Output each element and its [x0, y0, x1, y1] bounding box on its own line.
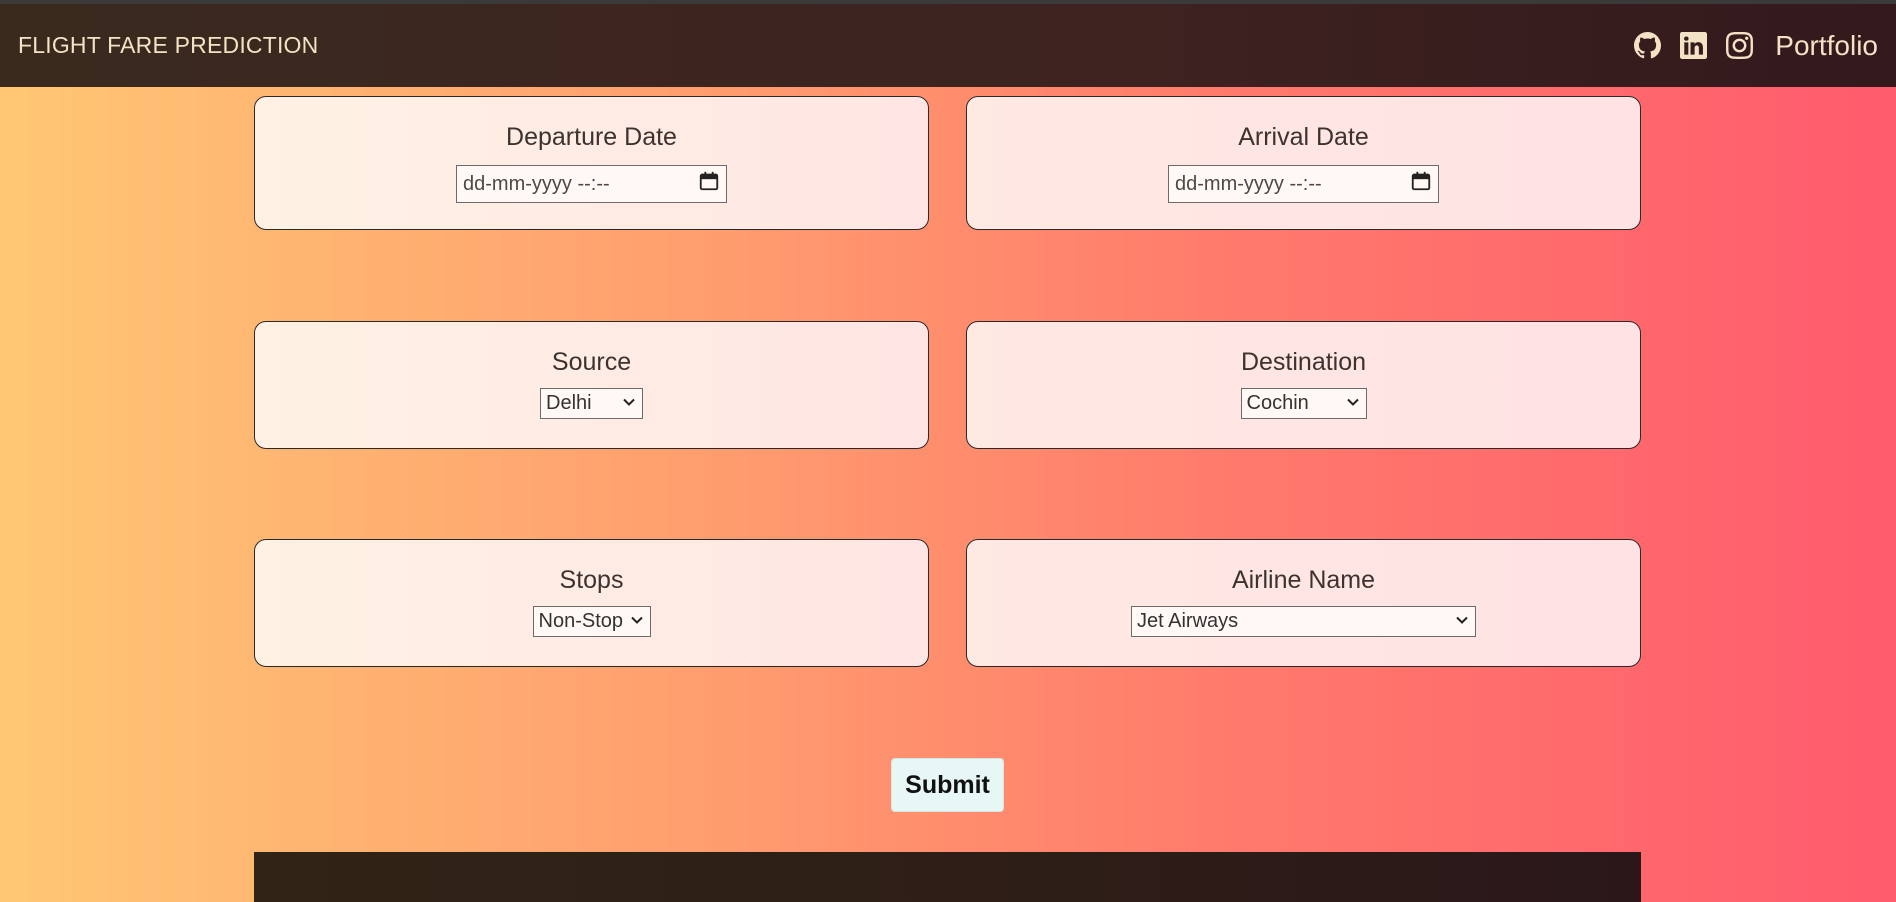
chevron-down-icon: [1455, 610, 1469, 633]
chevron-down-icon: [1346, 392, 1360, 415]
chevron-down-icon: [630, 610, 644, 633]
linkedin-icon[interactable]: [1679, 32, 1707, 60]
stops-selected-value: Non-Stop: [538, 610, 624, 632]
arrival-date-label: Arrival Date: [1238, 123, 1369, 151]
destination-label: Destination: [1240, 348, 1367, 376]
footer-bar: [254, 852, 1641, 902]
submit-button[interactable]: Submit: [891, 758, 1004, 812]
arrival-date-placeholder: dd-mm-yyyy --:--: [1175, 172, 1322, 195]
airline-card: Airline Name Jet Airways: [966, 539, 1641, 667]
departure-date-card: Departure Date dd-mm-yyyy --:--: [254, 96, 929, 230]
airline-label: Airline Name: [1231, 566, 1376, 594]
github-icon[interactable]: [1633, 32, 1661, 60]
source-label: Source: [551, 348, 632, 376]
stops-label: Stops: [559, 566, 624, 594]
source-select[interactable]: Delhi: [540, 388, 643, 419]
instagram-icon[interactable]: [1725, 32, 1753, 60]
brand-title[interactable]: FLIGHT FARE PREDICTION: [18, 32, 318, 59]
stops-card: Stops Non-Stop: [254, 539, 929, 667]
arrival-date-input[interactable]: dd-mm-yyyy --:--: [1168, 165, 1439, 203]
airline-selected-value: Jet Airways: [1137, 610, 1239, 632]
stops-select[interactable]: Non-Stop: [532, 606, 651, 637]
source-card: Source Delhi: [254, 321, 929, 449]
airline-select[interactable]: Jet Airways: [1131, 606, 1476, 637]
departure-date-input[interactable]: dd-mm-yyyy --:--: [456, 165, 727, 203]
destination-card: Destination Cochin: [966, 321, 1641, 449]
portfolio-link[interactable]: Portfolio: [1775, 30, 1878, 62]
nav-links: Portfolio: [1633, 30, 1878, 62]
source-selected-value: Delhi: [546, 392, 592, 414]
navbar: FLIGHT FARE PREDICTION Portfolio: [0, 4, 1896, 87]
chevron-down-icon: [622, 392, 636, 415]
departure-date-label: Departure Date: [506, 123, 677, 151]
arrival-date-card: Arrival Date dd-mm-yyyy --:--: [966, 96, 1641, 230]
calendar-icon[interactable]: [698, 170, 720, 198]
destination-select[interactable]: Cochin: [1240, 388, 1367, 419]
calendar-icon[interactable]: [1410, 170, 1432, 198]
destination-selected-value: Cochin: [1246, 392, 1309, 414]
departure-date-placeholder: dd-mm-yyyy --:--: [463, 172, 610, 195]
